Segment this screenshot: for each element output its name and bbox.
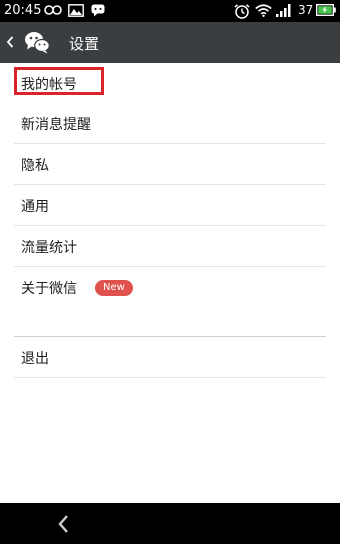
battery-icon — [316, 4, 336, 16]
status-time: 20:45 — [4, 3, 42, 18]
menu-item-label: 通用 — [21, 199, 49, 215]
battery-percent: 37 — [298, 3, 314, 17]
menu-item-my-account[interactable]: 我的帐号 — [14, 63, 326, 103]
back-chevron-icon[interactable] — [6, 35, 14, 49]
page-title: 设置 — [69, 35, 100, 53]
menu-item-data-usage[interactable]: 流量统计 — [14, 226, 326, 267]
wechat-logo-icon — [25, 32, 50, 54]
menu-item-new-message-notification[interactable]: 新消息提醒 — [14, 103, 326, 144]
logout-button[interactable]: 退出 — [14, 337, 326, 378]
status-bar: 20:45 37 — [0, 0, 340, 22]
infinity-icon — [44, 5, 62, 15]
menu-item-label: 流量统计 — [21, 240, 77, 256]
new-badge: New — [95, 280, 133, 296]
signal-icon — [276, 4, 291, 17]
navigation-bar — [0, 503, 340, 544]
menu-item-about-wechat[interactable]: 关于微信 New — [14, 267, 326, 307]
title-bar: 设置 — [0, 22, 340, 63]
menu-item-label: 隐私 — [21, 158, 49, 174]
menu-item-general[interactable]: 通用 — [14, 185, 326, 226]
wifi-icon — [255, 4, 272, 17]
image-icon — [68, 4, 84, 17]
menu-item-privacy[interactable]: 隐私 — [14, 144, 326, 185]
chat-icon — [91, 4, 105, 17]
settings-menu: 我的帐号 新消息提醒 隐私 通用 流量统计 关于微信 New 退出 — [0, 63, 340, 378]
menu-item-label: 新消息提醒 — [21, 117, 91, 133]
menu-item-label: 关于微信 — [21, 281, 77, 297]
back-arrow-icon[interactable] — [56, 514, 72, 534]
menu-item-label: 我的帐号 — [21, 77, 77, 93]
alarm-icon — [234, 4, 250, 19]
logout-label: 退出 — [21, 351, 49, 367]
